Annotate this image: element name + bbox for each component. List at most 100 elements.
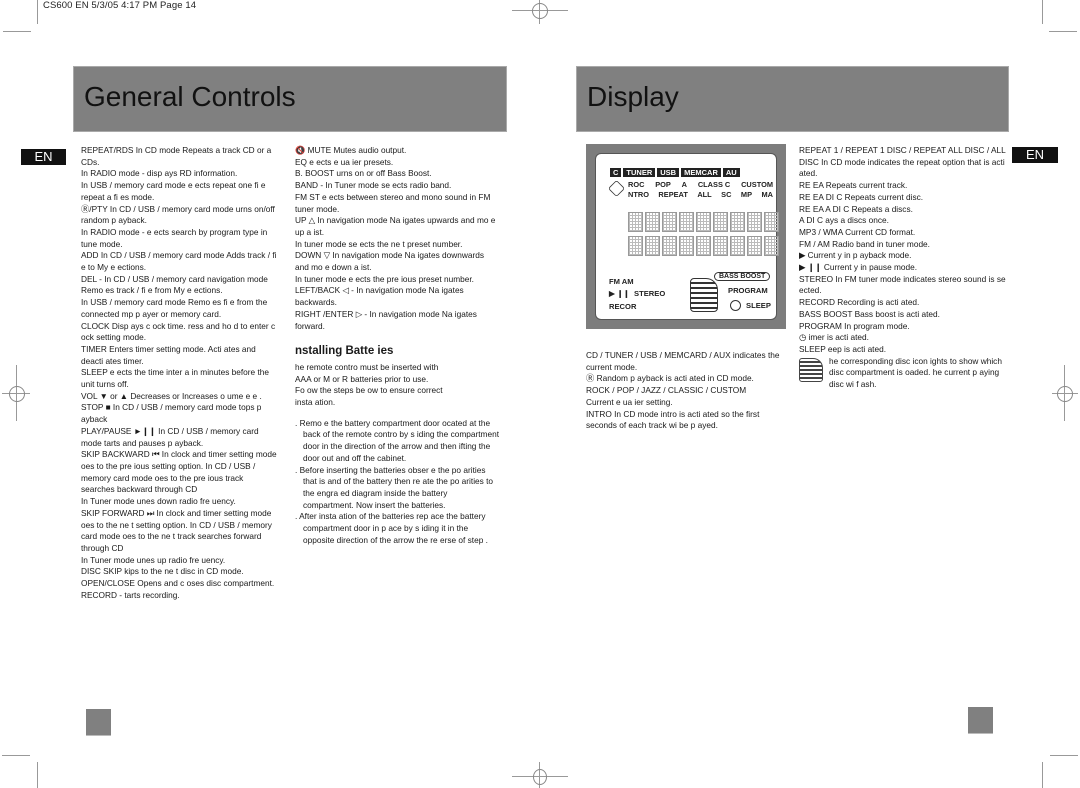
control-description: In RADIO mode - e ects search by program… (81, 226, 268, 249)
lcd-mode-indicator: TUNER (623, 168, 656, 177)
control-description: In USB / memory card mode Remo es fi e f… (81, 297, 268, 319)
lcd-status-label: MP (740, 190, 753, 199)
display-description: ◷ imer is acti ated. (799, 332, 869, 343)
crop-mark (37, 762, 38, 788)
crop-mark (37, 0, 38, 24)
lcd-segment-cell (662, 212, 677, 232)
lcd-eq-label: A (681, 180, 688, 189)
crop-mark (2, 755, 30, 756)
lcd-status-label: ALL (697, 190, 712, 199)
random-icon (608, 180, 625, 197)
battery-intro-line: he remote contro must be inserted with (295, 361, 439, 372)
lcd-eq-row: ROC POP A CLASS C CUSTOM (628, 180, 773, 189)
display-description: SLEEP eep is acti ated. (799, 343, 887, 354)
battery-step: . After insta ation of the batteries rep… (295, 511, 488, 545)
lcd-segment-cell (645, 236, 660, 256)
battery-step: . Before inserting the batteries obser e… (295, 464, 494, 510)
display-description: RE EA DI C Repeats current disc. (799, 191, 924, 202)
page-title: Display (587, 81, 679, 112)
control-description: In USB / memory card mode e ects repeat … (81, 180, 266, 202)
display-description: A DI C ays a discs once. (799, 215, 889, 226)
control-description: DISC SKIP kips to the ne t disc in CD mo… (81, 566, 244, 577)
lcd-status-label: REPEAT (658, 190, 688, 199)
display-description: REPEAT 1 / REPEAT 1 DISC / REPEAT ALL DI… (799, 145, 1006, 179)
control-description: B. BOOST urns on or off Bass Boost. (295, 168, 432, 179)
control-description: In tuner mode e ects the pre ious preset… (295, 273, 474, 284)
lcd-eq-label: ROC (628, 180, 645, 189)
crop-mark (3, 31, 31, 32)
control-description: In Tuner mode unes up radio fre uency. (81, 554, 226, 565)
display-description: FM / AM Radio band in tuner mode. (799, 238, 930, 249)
battery-intro-line: AAA or M or R batteries prior to use. (295, 373, 429, 384)
disc-tray-icon (690, 278, 718, 312)
print-slug: CS600 EN 5/3/05 4:17 PM Page 14 (43, 0, 197, 11)
registration-circle-icon (532, 3, 548, 19)
lcd-segment-cell (713, 236, 728, 256)
lcd-segment-cell (628, 236, 643, 256)
lcd-segment-cell (713, 212, 728, 232)
control-description: RIGHT /ENTER ▷ - In navigation mode Na i… (295, 308, 477, 331)
control-description: REPEAT/RDS In CD mode Repeats a track CD… (81, 145, 272, 167)
display-title-bar: Display (576, 66, 1009, 132)
registration-circle-icon (9, 386, 25, 402)
lcd-eq-label: POP (655, 180, 671, 189)
display-description: Current e ua ier setting. (586, 396, 673, 407)
lcd-eq-label: CLASS C (697, 180, 731, 189)
control-description: BAND - In Tuner mode se ects radio band. (295, 180, 452, 191)
lcd-record-label: RECOR (609, 302, 637, 311)
lcd-band-label: FM AM (609, 277, 634, 286)
control-description: SLEEP e ects the time inter a in minutes… (81, 367, 270, 390)
lcd-sleep-label: SLEEP (746, 301, 771, 310)
lcd-segment-cell (696, 236, 711, 256)
display-description: Ⓡ Random p ayback is acti ated in CD mod… (586, 373, 754, 384)
lcd-status-row: NTRO REPEAT ALL SC MP MA (628, 190, 773, 199)
disc-compartment-icon (799, 357, 823, 382)
lcd-segment-cell (679, 236, 694, 256)
display-description: ▶ ❙❙ Current y in pause mode. (799, 262, 918, 273)
registration-circle-icon (533, 769, 547, 785)
lcd-mode-indicators: C TUNER USB MEMCAR AU (610, 168, 740, 177)
battery-intro-line: Fo ow the steps be ow to ensure correct (295, 385, 443, 396)
lcd-segment-cell (747, 236, 762, 256)
control-description: In tuner mode se ects the ne t preset nu… (295, 238, 463, 249)
lcd-mode-indicator: MEMCAR (681, 168, 721, 177)
lcd-segment-cell (764, 212, 779, 232)
controls-column-1: REPEAT/RDS In CD mode Repeats a track CD… (81, 145, 277, 601)
control-description: VOL ▼ or ▲ Decreases or Increases o ume … (81, 390, 262, 401)
display-description: ROCK / POP / JAZZ / CLASSIC / CUSTOM (586, 385, 747, 396)
battery-step: . Remo e the battery compartment door oc… (295, 417, 499, 463)
language-tag: EN (21, 149, 66, 165)
lcd-status-label: NTRO (628, 190, 649, 199)
control-description: CLOCK Disp ays c ock time. ress and ho d… (81, 320, 276, 343)
display-description: RECORD Recording is acti ated. (799, 297, 920, 308)
lcd-segment-row (628, 212, 779, 232)
lcd-display-illustration: C TUNER USB MEMCAR AU ROC POP A CLASS C CUSTOM N… (586, 144, 786, 329)
lcd-eq-label: CUSTOM (741, 180, 773, 189)
control-description: FM ST e ects between stereo and mono sou… (295, 191, 491, 214)
control-description: STOP ■ In CD / USB / memory card mode to… (81, 402, 262, 425)
control-description: SKIP FORWARD ⏭ In clock and timer settin… (81, 507, 272, 553)
registration-circle-icon (1057, 386, 1073, 402)
language-tag: EN (1012, 147, 1058, 163)
crop-mark (1049, 31, 1077, 32)
crop-mark (1042, 0, 1043, 24)
battery-heading: nstalling Batte ies (295, 345, 394, 358)
control-description: ADD In CD / USB / memory card mode Adds … (81, 250, 277, 273)
lcd-play-pause-icon: ▶ ❙❙ (609, 289, 630, 298)
control-description: EQ e ects e ua ier presets. (295, 156, 394, 167)
control-description: LEFT/BACK ◁ - In navigation mode Na igat… (295, 285, 464, 308)
lcd-status-label: MA (761, 190, 773, 199)
control-description: Ⓡ/PTY In CD / USB / memory card mode urn… (81, 203, 275, 226)
control-description: DOWN ▽ In navigation mode Na igates down… (295, 250, 484, 273)
display-description: CD / TUNER / USB / MEMCARD / AUX indicat… (586, 350, 780, 372)
control-description: RECORD - tarts recording. (81, 589, 180, 600)
page-tab-left (86, 709, 111, 736)
lcd-segment-cell (730, 212, 745, 232)
lcd-segment-cell (696, 212, 711, 232)
general-controls-title-bar: General Controls (73, 66, 507, 132)
lcd-mode-indicator: C (610, 168, 622, 177)
display-description: STEREO In FM tuner mode indicates stereo… (799, 273, 1006, 296)
control-description: In Tuner mode unes down radio fre uency. (81, 496, 236, 507)
display-column-1: CD / TUNER / USB / MEMCARD / AUX indicat… (586, 350, 791, 432)
display-description: ▶ Current y in p ayback mode. (799, 250, 912, 261)
